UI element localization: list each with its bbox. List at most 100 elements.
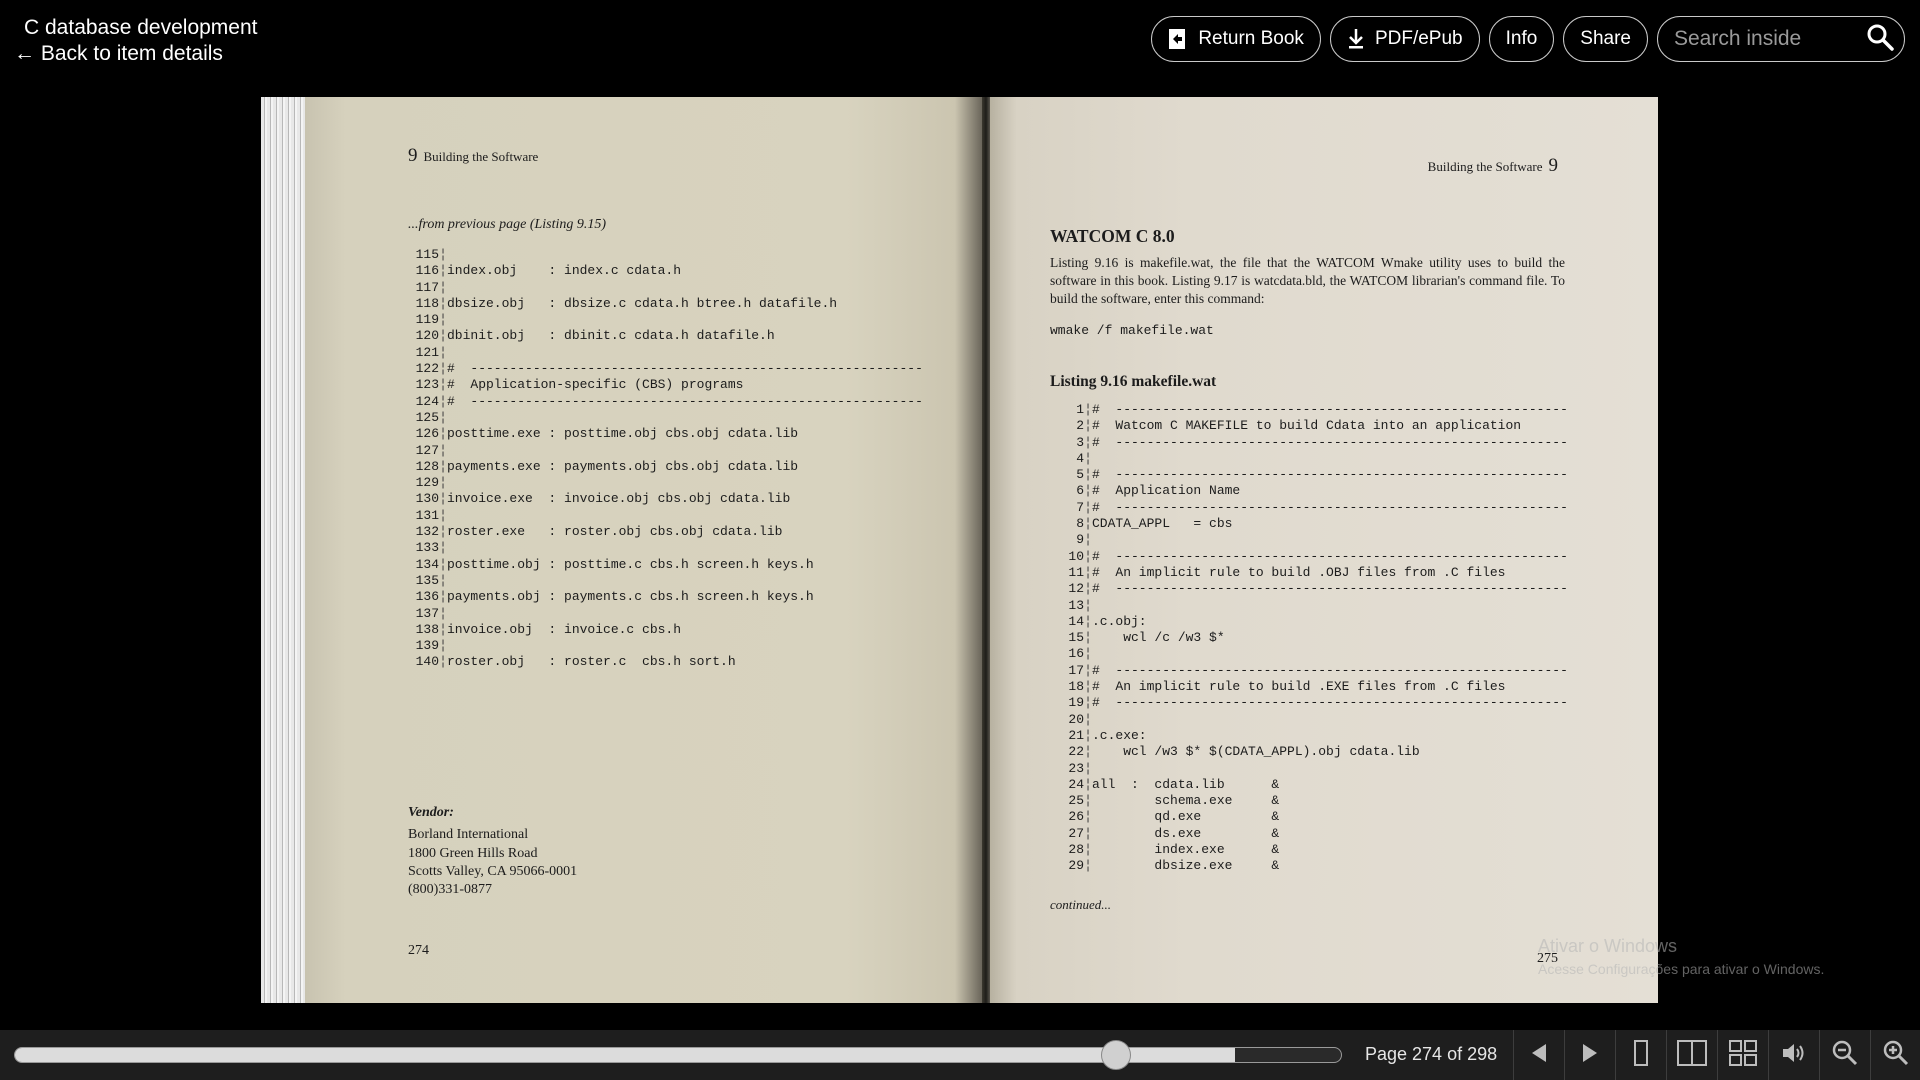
line-separator: ¦ — [439, 426, 447, 442]
code-text: # --------------------------------------… — [447, 361, 923, 377]
thumbnail-view-button[interactable] — [1717, 1030, 1768, 1080]
line-number: 10 — [1068, 548, 1084, 564]
line-separator: ¦ — [1084, 744, 1092, 760]
line-separator: ¦ — [439, 279, 447, 295]
code-line: 29 ¦ dbsize.exe & — [1050, 858, 1610, 874]
line-separator: ¦ — [439, 654, 447, 670]
line-separator: ¦ — [439, 442, 447, 458]
vendor-line: Borland International — [408, 827, 529, 843]
code-line: 28 ¦ index.exe & — [1050, 842, 1610, 858]
code-line: 128 ¦ payments.exe : payments.obj cbs.obj … — [405, 459, 1005, 475]
zoom-in-icon — [1883, 1040, 1909, 1071]
line-number: 132 — [415, 524, 439, 540]
book-spread: 9 Building the Software ...from previous … — [261, 97, 1658, 1003]
code-text: # --------------------------------------… — [1092, 548, 1568, 564]
line-separator: ¦ — [439, 344, 447, 360]
page-edges — [261, 97, 305, 1003]
code-text: ds.exe & — [1092, 825, 1280, 841]
zoom-out-button[interactable] — [1819, 1030, 1870, 1080]
top-toolbar: Return Book PDF/ePub Info Share — [1151, 16, 1905, 62]
code-line: 1 ¦ # ------------------------------------… — [1050, 402, 1610, 418]
code-line: 25 ¦ schema.exe & — [1050, 793, 1610, 809]
code-text: # --------------------------------------… — [1092, 662, 1568, 678]
code-line: 117 ¦ — [405, 280, 1005, 296]
line-separator: ¦ — [439, 263, 447, 279]
line-separator: ¦ — [1084, 858, 1092, 874]
code-line: 10 ¦ # -----------------------------------… — [1050, 549, 1610, 565]
back-to-item-details-link[interactable]: ← Back to item details — [14, 42, 223, 66]
code-text: wcl /c /w3 $* — [1092, 630, 1225, 646]
line-separator: ¦ — [1084, 825, 1092, 841]
line-separator: ¦ — [1084, 467, 1092, 483]
line-number: 118 — [415, 295, 439, 311]
chapter-number: 9 — [1548, 155, 1559, 176]
code-text: roster.exe : roster.obj cbs.obj cdata.li… — [447, 524, 783, 540]
prev-page-button[interactable] — [1513, 1030, 1564, 1080]
code-line: 130 ¦ invoice.exe : invoice.obj cbs.obj cd… — [405, 491, 1005, 507]
info-label: Info — [1505, 28, 1538, 49]
pdf-epub-button[interactable]: PDF/ePub — [1329, 16, 1480, 62]
running-head-text: Building the Software — [423, 149, 539, 164]
two-page-view-button[interactable] — [1666, 1030, 1717, 1080]
code-text: # --------------------------------------… — [447, 393, 923, 409]
line-separator: ¦ — [439, 377, 447, 393]
code-line: 19 ¦ # -----------------------------------… — [1050, 695, 1610, 711]
line-separator: ¦ — [1084, 662, 1092, 678]
line-number: 14 — [1068, 613, 1084, 629]
page-indicator: Page 274 of 298 — [1365, 1044, 1498, 1064]
line-separator: ¦ — [439, 409, 447, 425]
line-separator: ¦ — [1084, 450, 1092, 466]
right-page[interactable]: Building the Software 9 WATCOM C 8.0 List… — [990, 97, 1658, 1003]
book-gutter — [982, 97, 990, 1003]
line-number: 4 — [1076, 450, 1084, 466]
page-number-left: 274 — [408, 943, 429, 958]
running-head-left: 9 Building the Software — [408, 145, 538, 167]
line-number: 7 — [1076, 499, 1084, 515]
chapter-number: 9 — [408, 145, 418, 166]
line-number: 116 — [415, 263, 439, 279]
code-line: 139 ¦ — [405, 638, 1005, 654]
code-text: roster.obj : roster.c cbs.h sort.h — [447, 654, 736, 670]
line-number: 15 — [1068, 630, 1084, 646]
two-page-view-icon — [1677, 1039, 1707, 1071]
running-head-right: Building the Software 9 — [1428, 155, 1558, 177]
code-line: 11 ¦ # An implicit rule to build .OBJ file… — [1050, 565, 1610, 581]
code-line: 119 ¦ — [405, 312, 1005, 328]
read-aloud-button[interactable] — [1768, 1030, 1819, 1080]
search-input[interactable] — [1674, 27, 1854, 51]
one-page-view-icon — [1633, 1039, 1649, 1071]
line-separator: ¦ — [1084, 613, 1092, 629]
code-line: 134 ¦ posttime.obj : posttime.c cbs.h scre… — [405, 557, 1005, 573]
code-line: 2 ¦ # Watcom C MAKEFILE to build Cdata int… — [1050, 418, 1610, 434]
code-line: 132 ¦ roster.exe : roster.obj cbs.obj cdat… — [405, 524, 1005, 540]
next-page-button[interactable] — [1564, 1030, 1615, 1080]
line-number: 3 — [1076, 434, 1084, 450]
line-separator: ¦ — [439, 540, 447, 556]
page-scrubber-handle[interactable] — [1100, 1040, 1131, 1070]
download-icon — [1347, 28, 1365, 50]
code-line: 137 ¦ — [405, 606, 1005, 622]
body-paragraph: Listing 9.16 is makefile.wat, the file t… — [1050, 255, 1565, 306]
return-book-button[interactable]: Return Book — [1151, 16, 1321, 62]
search-icon[interactable] — [1866, 23, 1894, 56]
code-text: posttime.obj : posttime.c cbs.h screen.h… — [447, 556, 814, 572]
share-button[interactable]: Share — [1563, 16, 1648, 62]
left-page[interactable]: 9 Building the Software ...from previous … — [305, 97, 982, 1003]
code-line: 14 ¦ .c.obj: — [1050, 614, 1610, 630]
code-text: wcl /w3 $* $(CDATA_APPL).obj cdata.lib — [1092, 744, 1420, 760]
page-scrubber-track[interactable] — [14, 1047, 1342, 1063]
one-page-view-button[interactable] — [1615, 1030, 1666, 1080]
vendor-line: Scotts Valley, CA 95066-0001 — [408, 863, 578, 879]
code-text: # --------------------------------------… — [1092, 402, 1568, 417]
zoom-in-button[interactable] — [1870, 1030, 1920, 1080]
continued-note: continued... — [1050, 897, 1112, 912]
code-line: 126 ¦ posttime.exe : posttime.obj cbs.obj … — [405, 426, 1005, 442]
info-button[interactable]: Info — [1488, 16, 1555, 62]
code-listing-right: 1 ¦ # ------------------------------------… — [1050, 402, 1610, 875]
line-number: 28 — [1068, 842, 1084, 858]
code-text: payments.obj : payments.c cbs.h screen.h… — [447, 589, 814, 605]
